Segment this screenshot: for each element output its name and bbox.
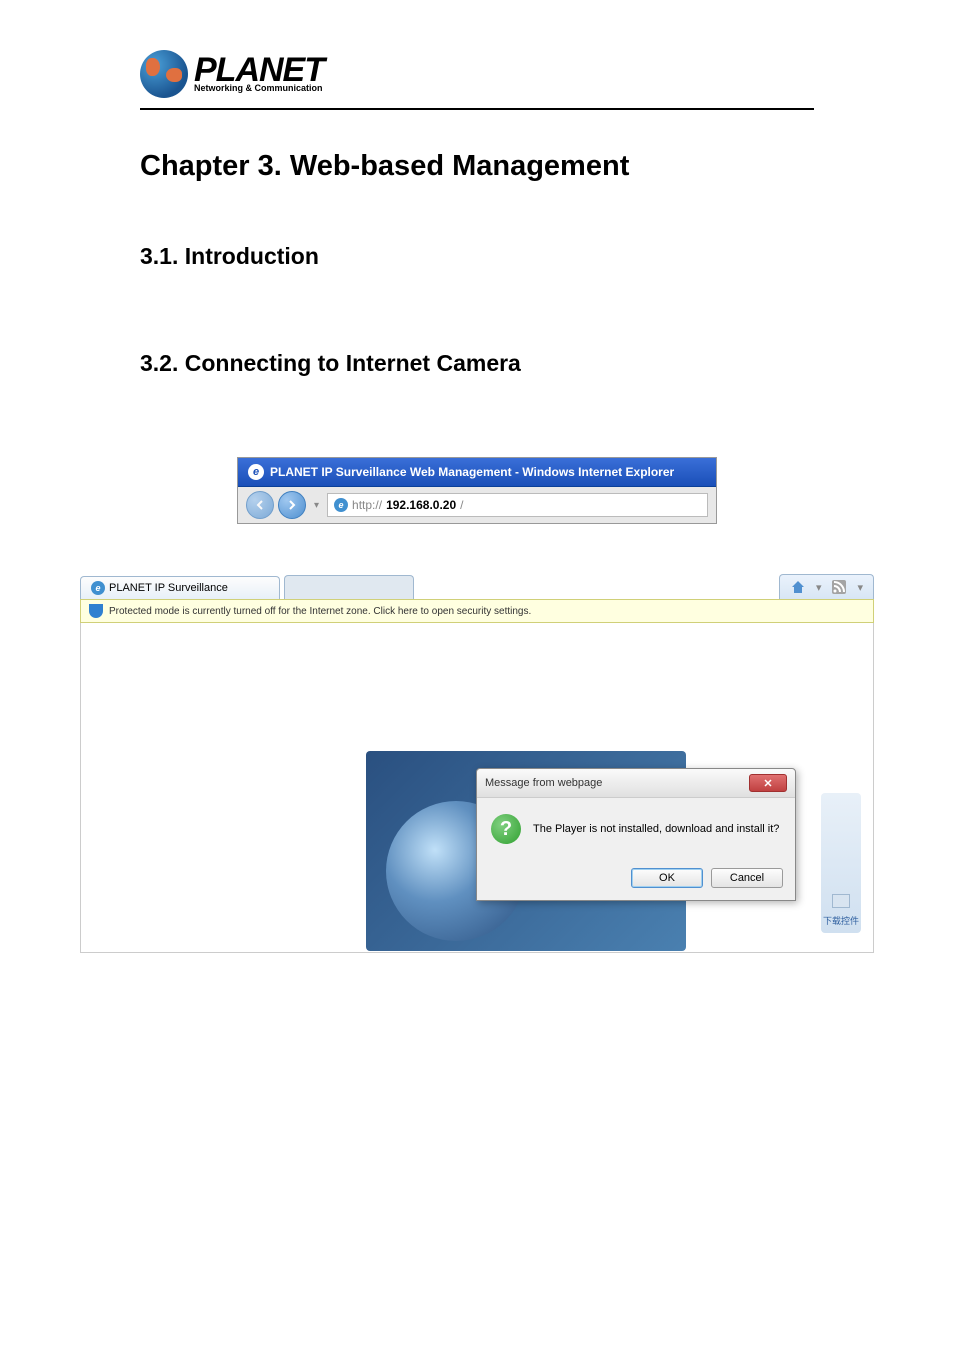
header-divider (140, 108, 814, 110)
back-button[interactable] (246, 491, 274, 519)
dialog-title-text: Message from webpage (485, 777, 602, 789)
browser-tab-active[interactable]: e PLANET IP Surveillance (80, 576, 280, 599)
logo-brand: PLANET (194, 55, 324, 86)
right-panel: 下载控件 (821, 793, 861, 933)
dialog-body: ? The Player is not installed, download … (477, 798, 795, 860)
forward-button[interactable] (278, 491, 306, 519)
browser-command-bar: ▾ ▾ (779, 574, 874, 599)
browser-titlebar: e PLANET IP Surveillance Web Management … (238, 458, 716, 487)
page-icon: e (334, 498, 348, 512)
browser-toolbar: ▾ e http:// 192.168.0.20 / (238, 487, 716, 523)
dialog-buttons: OK Cancel (477, 860, 795, 900)
ok-button[interactable]: OK (631, 868, 703, 888)
dialog-titlebar: Message from webpage (477, 769, 795, 798)
rss-icon[interactable] (831, 579, 847, 595)
logo-text-wrap: PLANET Networking & Communication (194, 55, 324, 94)
home-icon[interactable] (790, 579, 806, 595)
logo: PLANET Networking & Communication (140, 50, 874, 98)
security-infobar[interactable]: Protected mode is currently turned off f… (80, 599, 874, 623)
browser-title-text: PLANET IP Surveillance Web Management - … (270, 465, 674, 479)
question-icon: ? (491, 814, 521, 844)
chapter-title: Chapter 3. Web-based Management (140, 150, 814, 183)
right-panel-box-icon (832, 894, 850, 908)
browser-tab-new[interactable] (284, 575, 414, 599)
logo-tagline: Networking & Communication (194, 83, 324, 93)
ie-icon: e (248, 464, 264, 480)
browser-content: 下载控件 Message from webpage ? The Player i… (80, 623, 874, 953)
download-plugin-label[interactable]: 下载控件 (823, 914, 859, 927)
section-2-title: 3.2. Connecting to Internet Camera (140, 350, 814, 377)
browser-screenshot-addressbar: e PLANET IP Surveillance Web Management … (237, 457, 717, 524)
logo-globe-icon (140, 50, 188, 98)
message-dialog: Message from webpage ? The Player is not… (476, 768, 796, 901)
url-host: 192.168.0.20 (386, 498, 456, 512)
infobar-text: Protected mode is currently turned off f… (109, 606, 531, 617)
url-prefix: http:// (352, 498, 382, 512)
tab-title: PLANET IP Surveillance (109, 582, 228, 594)
close-icon (763, 778, 773, 788)
url-suffix: / (460, 498, 463, 512)
section-1-title: 3.1. Introduction (140, 243, 814, 270)
dialog-message: The Player is not installed, download an… (533, 823, 779, 835)
browser-screenshot-dialog: e PLANET IP Surveillance ▾ ▾ Protected m… (80, 574, 874, 953)
cancel-button[interactable]: Cancel (711, 868, 783, 888)
address-bar[interactable]: e http:// 192.168.0.20 / (327, 493, 708, 517)
dialog-close-button[interactable] (749, 774, 787, 792)
nav-history-dropdown-icon[interactable]: ▾ (314, 500, 319, 511)
home-dropdown-icon[interactable]: ▾ (816, 581, 822, 594)
browser-tabs: e PLANET IP Surveillance ▾ ▾ (80, 574, 874, 599)
shield-icon (89, 604, 103, 618)
rss-dropdown-icon[interactable]: ▾ (857, 581, 863, 594)
tab-favicon-icon: e (91, 581, 105, 595)
